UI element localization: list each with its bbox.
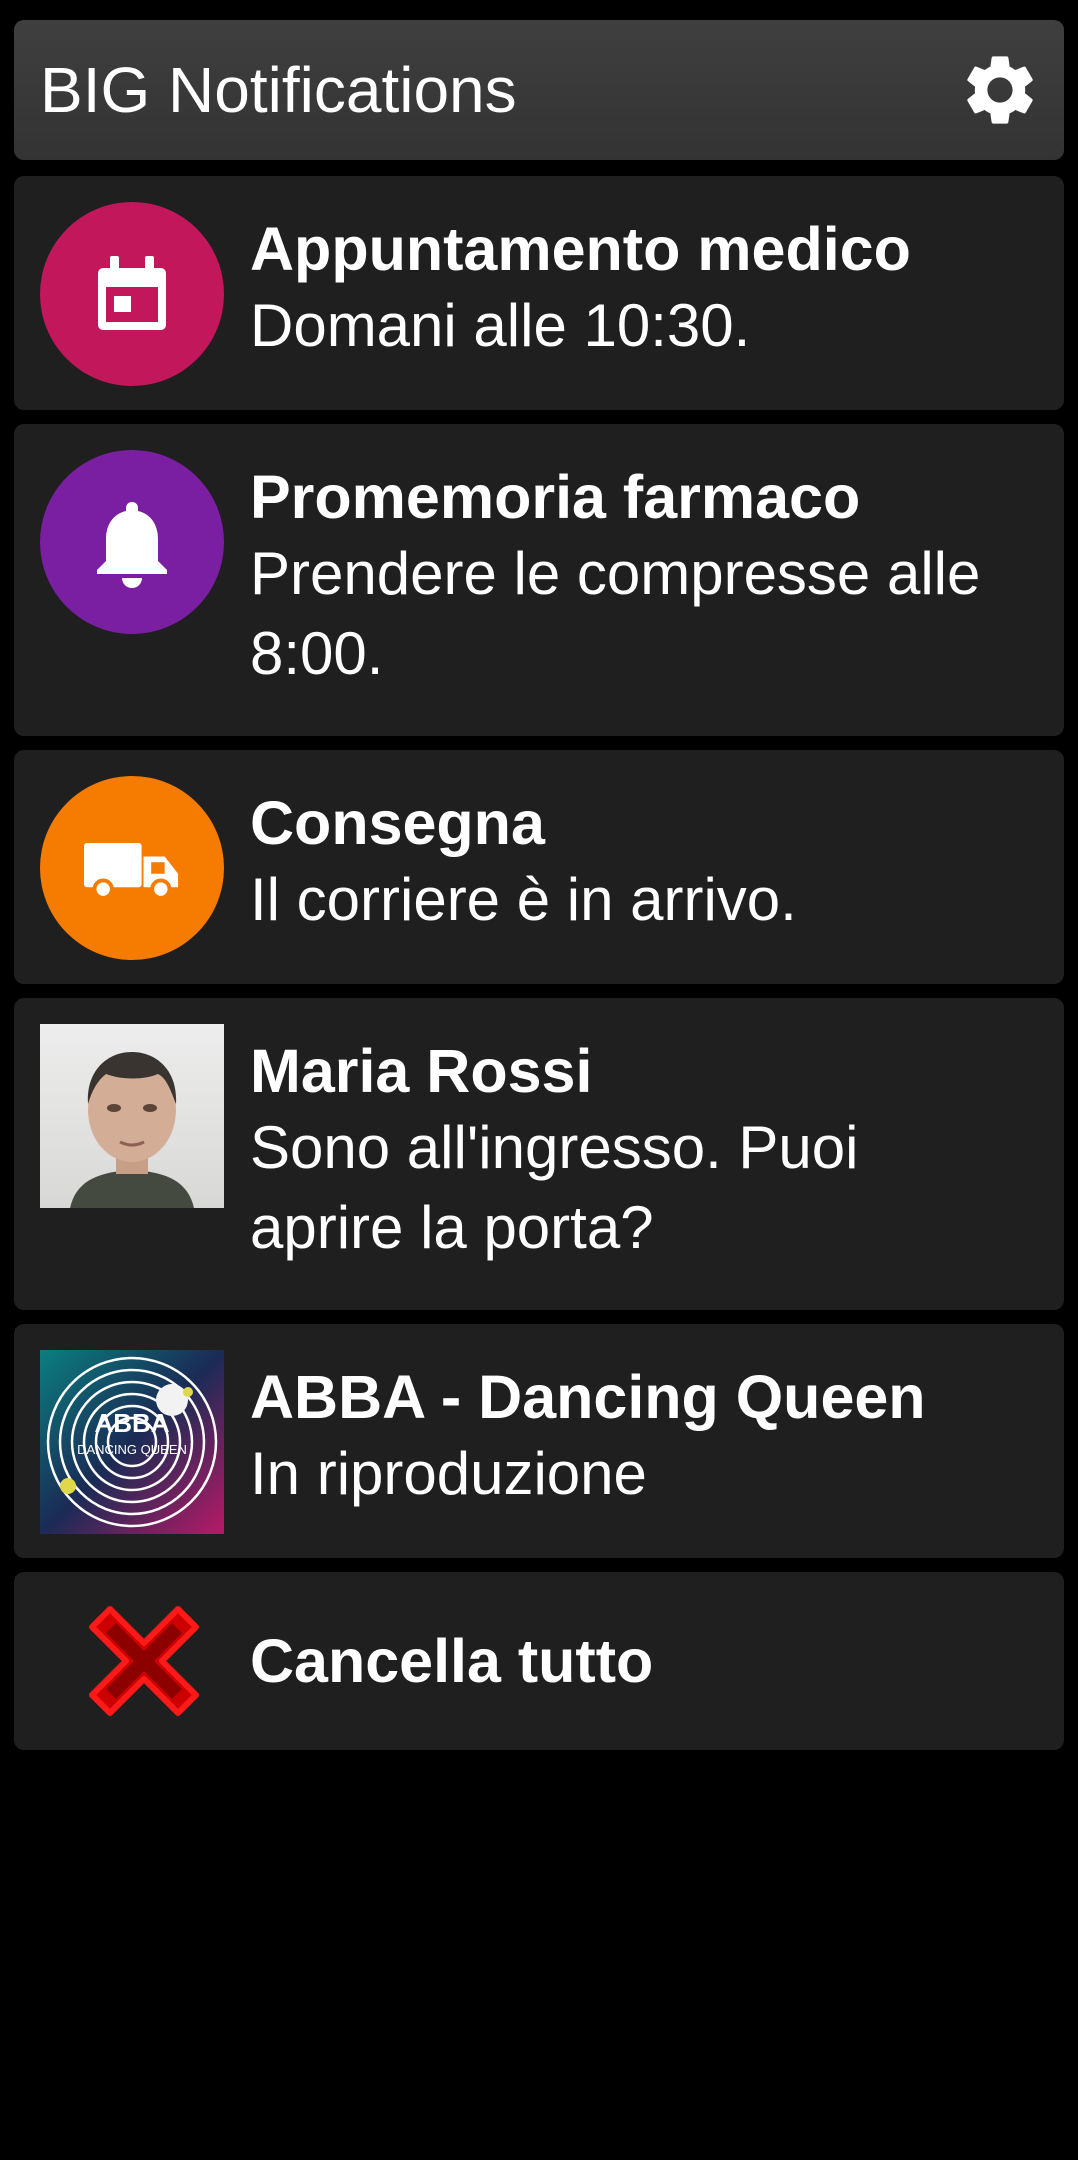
notification-title: Promemoria farmaco — [250, 463, 861, 531]
notification-appointment[interactable]: Appuntamento medico Domani alle 10:30. — [14, 176, 1064, 410]
notification-message: Sono all'ingresso. Puoi aprire la porta? — [250, 1114, 859, 1262]
album-subtitle-text: DANCING QUEEN — [77, 1442, 187, 1457]
gear-icon[interactable] — [958, 48, 1042, 132]
notification-message: In riproduzione — [250, 1440, 647, 1508]
close-icon — [86, 1603, 202, 1719]
notification-title: ABBA - Dancing Queen — [250, 1363, 926, 1431]
notification-message-contact[interactable]: Maria Rossi Sono all'ingresso. Puoi apri… — [14, 998, 1064, 1310]
notification-music[interactable]: ABBA DANCING QUEEN ABBA - Dancing Queen … — [14, 1324, 1064, 1558]
calendar-icon — [40, 202, 224, 386]
notification-message: Il corriere è in arrivo. — [250, 866, 797, 934]
album-art: ABBA DANCING QUEEN — [40, 1350, 224, 1534]
app-title: BIG Notifications — [40, 54, 517, 126]
notification-message: Prendere le compresse alle 8:00. — [250, 540, 981, 688]
notification-medication[interactable]: Promemoria farmaco Prendere le compresse… — [14, 424, 1064, 736]
notification-title: Maria Rossi — [250, 1037, 593, 1105]
notification-delivery[interactable]: Consegna Il corriere è in arrivo. — [14, 750, 1064, 984]
album-title-text: ABBA — [94, 1408, 169, 1438]
notification-title: Consegna — [250, 789, 545, 857]
clear-all-label: Cancella tutto — [250, 1627, 654, 1695]
notification-message: Domani alle 10:30. — [250, 292, 751, 360]
truck-icon — [40, 776, 224, 960]
bell-icon — [40, 450, 224, 634]
app-header: BIG Notifications — [14, 20, 1064, 160]
notification-title: Appuntamento medico — [250, 215, 911, 283]
contact-photo — [40, 1024, 224, 1208]
clear-all-button[interactable]: Cancella tutto — [14, 1572, 1064, 1750]
